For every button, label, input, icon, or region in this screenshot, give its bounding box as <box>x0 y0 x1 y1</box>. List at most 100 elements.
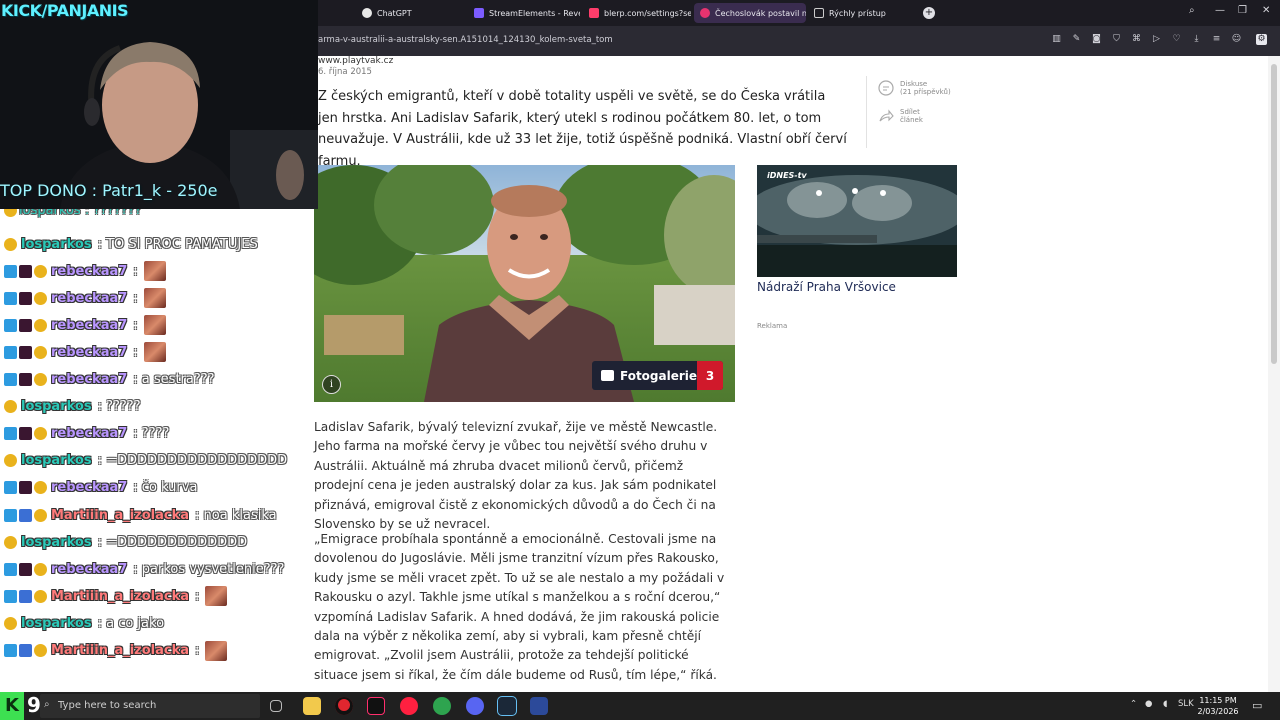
video-caption[interactable]: Nádraží Praha Vršovice <box>757 280 896 294</box>
coin-badge-icon <box>4 209 17 217</box>
gold-badge-icon <box>4 237 17 251</box>
chat-username[interactable]: losparkos <box>21 453 92 468</box>
taskbar-search[interactable]: ⌕ Type here to search <box>40 694 260 718</box>
edit-icon[interactable]: ✎ <box>1071 34 1082 45</box>
article-source[interactable]: www.playtvak.cz <box>318 56 393 66</box>
tab-article[interactable]: Čechoslovák postavil nej <box>694 3 806 23</box>
foggy-station-image <box>757 165 957 277</box>
chat-text: : <box>133 290 138 306</box>
heart-icon[interactable]: ♡ <box>1171 34 1182 45</box>
close-icon[interactable]: ✕ <box>1262 5 1270 16</box>
chevron-up-icon[interactable]: ⌃ <box>1130 699 1137 709</box>
scrollbar-thumb[interactable] <box>1271 64 1277 364</box>
new-tab-button[interactable]: + <box>920 3 938 23</box>
mic-icon[interactable]: ● <box>1145 699 1152 709</box>
tab-streamelements[interactable]: StreamElements - Revenue <box>468 3 580 23</box>
opera-gx-icon[interactable] <box>400 697 418 715</box>
chat-username[interactable]: Martiiin_a_izolacka <box>51 508 189 523</box>
share-label: Sdílet <box>900 108 920 116</box>
chat-username[interactable]: rebeckaa7 <box>51 291 127 306</box>
chat-message: rebeckaa7: <box>4 261 166 282</box>
video-thumbnail[interactable]: iDNES-tv <box>757 165 957 277</box>
share-link[interactable]: Sdílet článek <box>878 108 923 124</box>
tab-label: Čechoslovák postavil nej <box>715 8 806 18</box>
shield-icon[interactable]: ⛉ <box>1111 34 1122 45</box>
chat-username[interactable]: losparkos <box>21 616 92 631</box>
chat-username[interactable]: losparkos <box>21 535 92 550</box>
settings-icon[interactable]: ⚙ <box>1256 34 1267 45</box>
chat-text: losparkos : ??????? <box>19 209 142 218</box>
steam-icon[interactable] <box>497 696 517 716</box>
clock[interactable]: 11:15 PM 2/03/2026 <box>1190 695 1246 717</box>
cube-badge-icon <box>4 589 17 603</box>
chat-text: : =DDDDDDDDDDDDD <box>97 534 248 550</box>
profile-icon[interactable]: ☺ <box>1231 34 1242 45</box>
stream-chat: losparkos : ??????? losparkos : TO SI PRO… <box>0 209 313 692</box>
cube-badge-icon <box>4 345 17 359</box>
opera-icon[interactable] <box>335 697 353 715</box>
discussion-link[interactable]: Diskuse (21 příspěvků) <box>878 80 951 96</box>
chat-text: : =DDDDDDDDDDDDDDDDD <box>97 453 288 469</box>
url-field[interactable]: arma-v-australii-a-australsky-sen.A15101… <box>318 35 613 45</box>
chat-message: Martiiin_a_izolacka: noa klasika <box>4 505 277 525</box>
cube-badge-icon <box>4 373 17 386</box>
speaker-icon[interactable]: ◖ <box>1163 699 1167 709</box>
tab-blerp[interactable]: blerp.com/settings?setting <box>583 3 691 23</box>
cube-badge-icon <box>4 508 17 522</box>
tab-chatgpt[interactable]: ChatGPT <box>356 3 460 23</box>
chat-text: : ???? <box>133 426 170 442</box>
camera-icon[interactable]: ◙ <box>1091 34 1102 45</box>
chat-message: losparkos: a co jako <box>4 613 164 633</box>
download-icon[interactable]: ⤓ <box>1191 34 1202 45</box>
chat-username[interactable]: losparkos <box>21 399 92 414</box>
play-icon[interactable]: ▷ <box>1151 34 1162 45</box>
cube-badge-icon <box>4 291 17 305</box>
search-tabs-icon[interactable]: ⌕ <box>1189 5 1195 16</box>
chat-username[interactable]: rebeckaa7 <box>51 372 127 387</box>
discord-icon[interactable] <box>466 697 484 715</box>
photo-gallery-button[interactable]: Fotogalerie 3 <box>592 361 723 390</box>
chat-message: rebeckaa7: <box>4 315 166 336</box>
info-icon[interactable]: i <box>322 375 341 394</box>
tab-label: ChatGPT <box>377 8 412 18</box>
chat-username[interactable]: losparkos <box>21 237 92 252</box>
chrome-icon[interactable] <box>433 697 451 715</box>
webcam-overlay: KICK/PANJANIS TOP DONO : Patr1_k - 250e <box>0 0 318 209</box>
chat-username[interactable]: rebeckaa7 <box>51 480 127 495</box>
gold-badge-icon <box>34 481 47 495</box>
chat-username[interactable]: rebeckaa7 <box>51 318 127 333</box>
dark-badge-icon <box>19 562 32 576</box>
tab-quick-access[interactable]: Rýchly prístup <box>808 3 908 23</box>
share-icon <box>879 109 894 122</box>
chat-username[interactable]: Martiiin_a_izolacka <box>51 643 189 658</box>
chat-username[interactable]: rebeckaa7 <box>51 562 127 577</box>
cube-badge-icon <box>4 481 17 495</box>
cube-badge-icon <box>4 264 17 278</box>
file-explorer-icon[interactable] <box>303 697 321 715</box>
menu-icon[interactable]: ≡ <box>1211 34 1222 45</box>
page-scrollbar[interactable] <box>1268 56 1280 692</box>
tiktok-icon[interactable] <box>367 697 385 715</box>
search-icon: ⌕ <box>44 699 50 710</box>
sidebar-icon[interactable]: ▥ <box>1051 34 1062 45</box>
chat-username[interactable]: Martiiin_a_izolacka <box>51 589 189 604</box>
notification-icon[interactable]: ▭ <box>1252 699 1262 712</box>
chat-username[interactable]: rebeckaa7 <box>51 426 127 441</box>
snd-badge-icon <box>19 589 32 603</box>
chat-text: : TO SI PROC PAMATUJES <box>97 236 258 252</box>
article-date: 6. října 2015 <box>318 67 372 77</box>
task-view-icon[interactable] <box>270 700 282 712</box>
gold-badge-icon <box>34 291 47 305</box>
emote-image <box>143 342 166 363</box>
chat-username[interactable]: rebeckaa7 <box>51 345 127 360</box>
app-icon[interactable] <box>530 697 548 715</box>
maximize-icon[interactable]: ❐ <box>1238 5 1247 16</box>
minimize-icon[interactable]: — <box>1215 5 1225 16</box>
gallery-count: 3 <box>697 361 723 390</box>
chat-message: rebeckaa7 : ???? <box>4 424 169 444</box>
vpn-icon[interactable]: ⌘ <box>1131 34 1142 45</box>
discussion-label: Diskuse <box>900 80 928 88</box>
gold-badge-icon <box>34 562 47 576</box>
chat-username[interactable]: rebeckaa7 <box>51 264 127 279</box>
gold-badge-icon <box>34 508 47 522</box>
